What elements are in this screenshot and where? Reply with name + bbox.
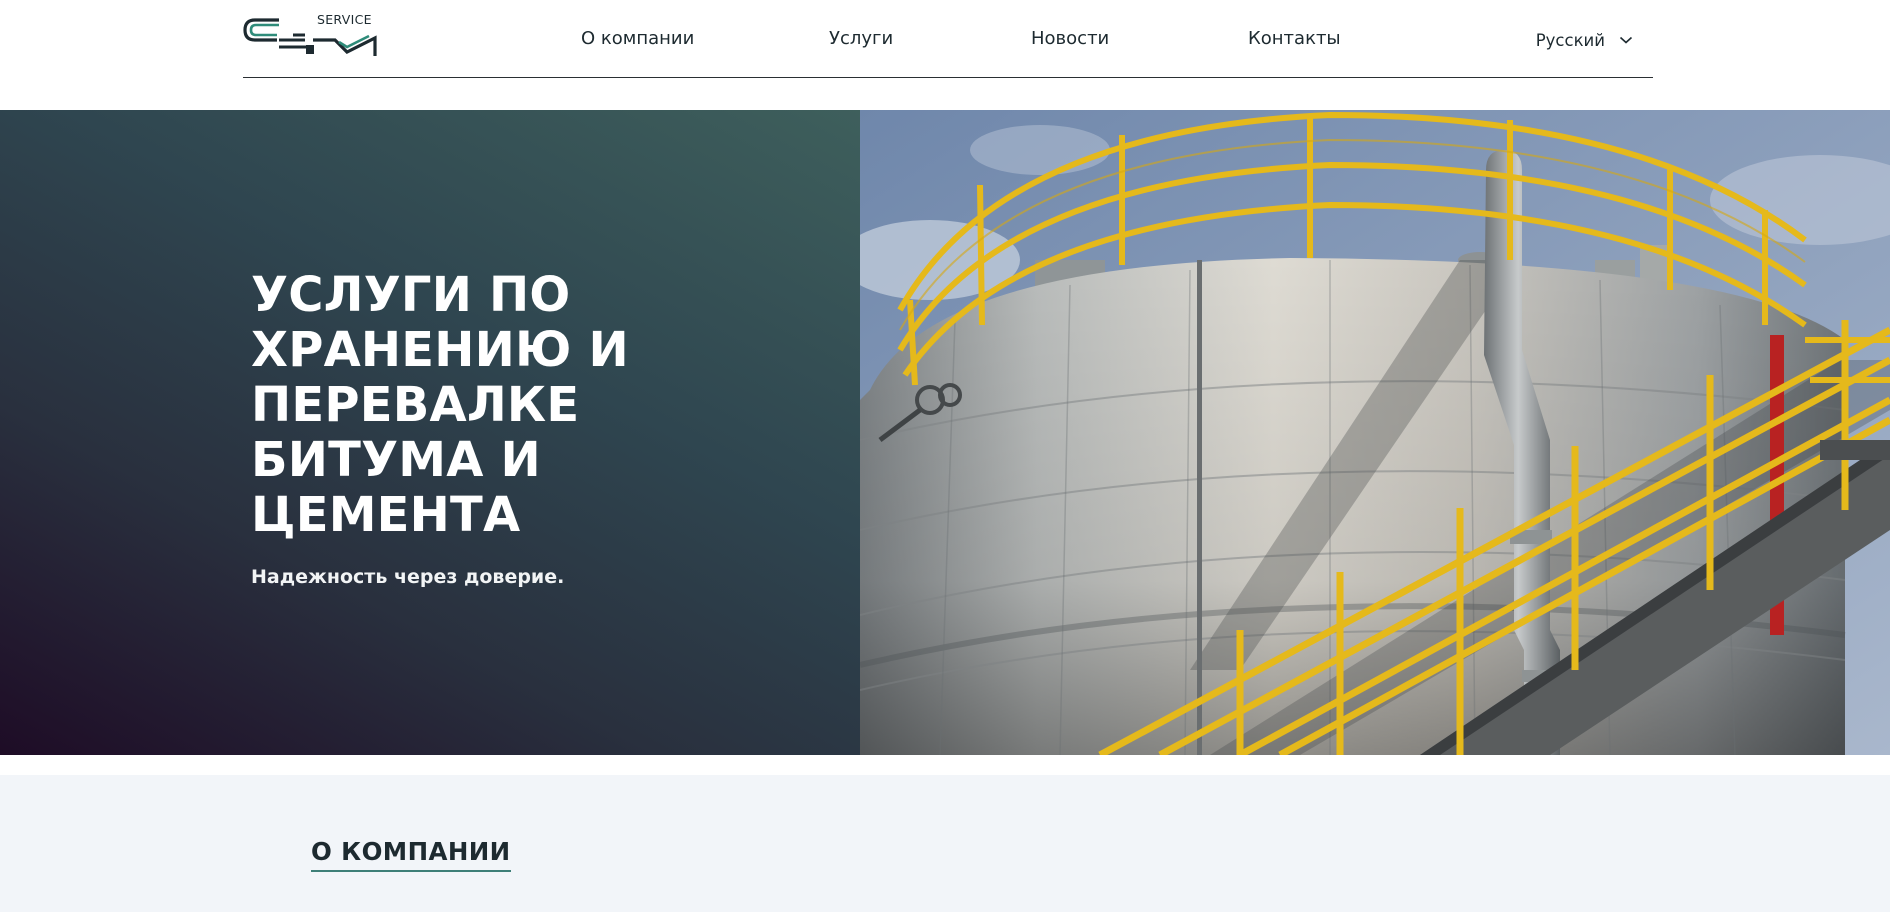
- language-selector[interactable]: Русский: [1536, 29, 1633, 51]
- hero-section: Услуги по хранению и перевалке битума и …: [0, 110, 1890, 755]
- about-section: О компании: [0, 775, 1890, 912]
- nav-item-contacts[interactable]: Контакты: [1248, 28, 1341, 49]
- nav-item-services[interactable]: Услуги: [829, 28, 893, 49]
- hero-text-panel: Услуги по хранению и перевалке битума и …: [0, 110, 860, 755]
- nav-item-news[interactable]: Новости: [1031, 28, 1109, 49]
- hero-image: [860, 110, 1890, 755]
- hero-title: Услуги по хранению и перевалке битума и …: [251, 267, 629, 543]
- hero-subtitle: Надежность через доверие.: [251, 566, 565, 588]
- chevron-down-icon: [1619, 36, 1633, 44]
- header-bar: SERVICE О компании Услуги Новости Контак…: [243, 0, 1653, 78]
- main-nav: О компании Услуги Новости Контакты: [243, 28, 1653, 52]
- about-title: О компании: [311, 837, 511, 872]
- logo-caption: SERVICE: [317, 12, 372, 27]
- nav-item-about[interactable]: О компании: [581, 28, 694, 49]
- site-header: SERVICE О компании Услуги Новости Контак…: [0, 0, 1890, 110]
- language-selected-label: Русский: [1535, 30, 1605, 50]
- storage-tank-illustration: [860, 110, 1890, 755]
